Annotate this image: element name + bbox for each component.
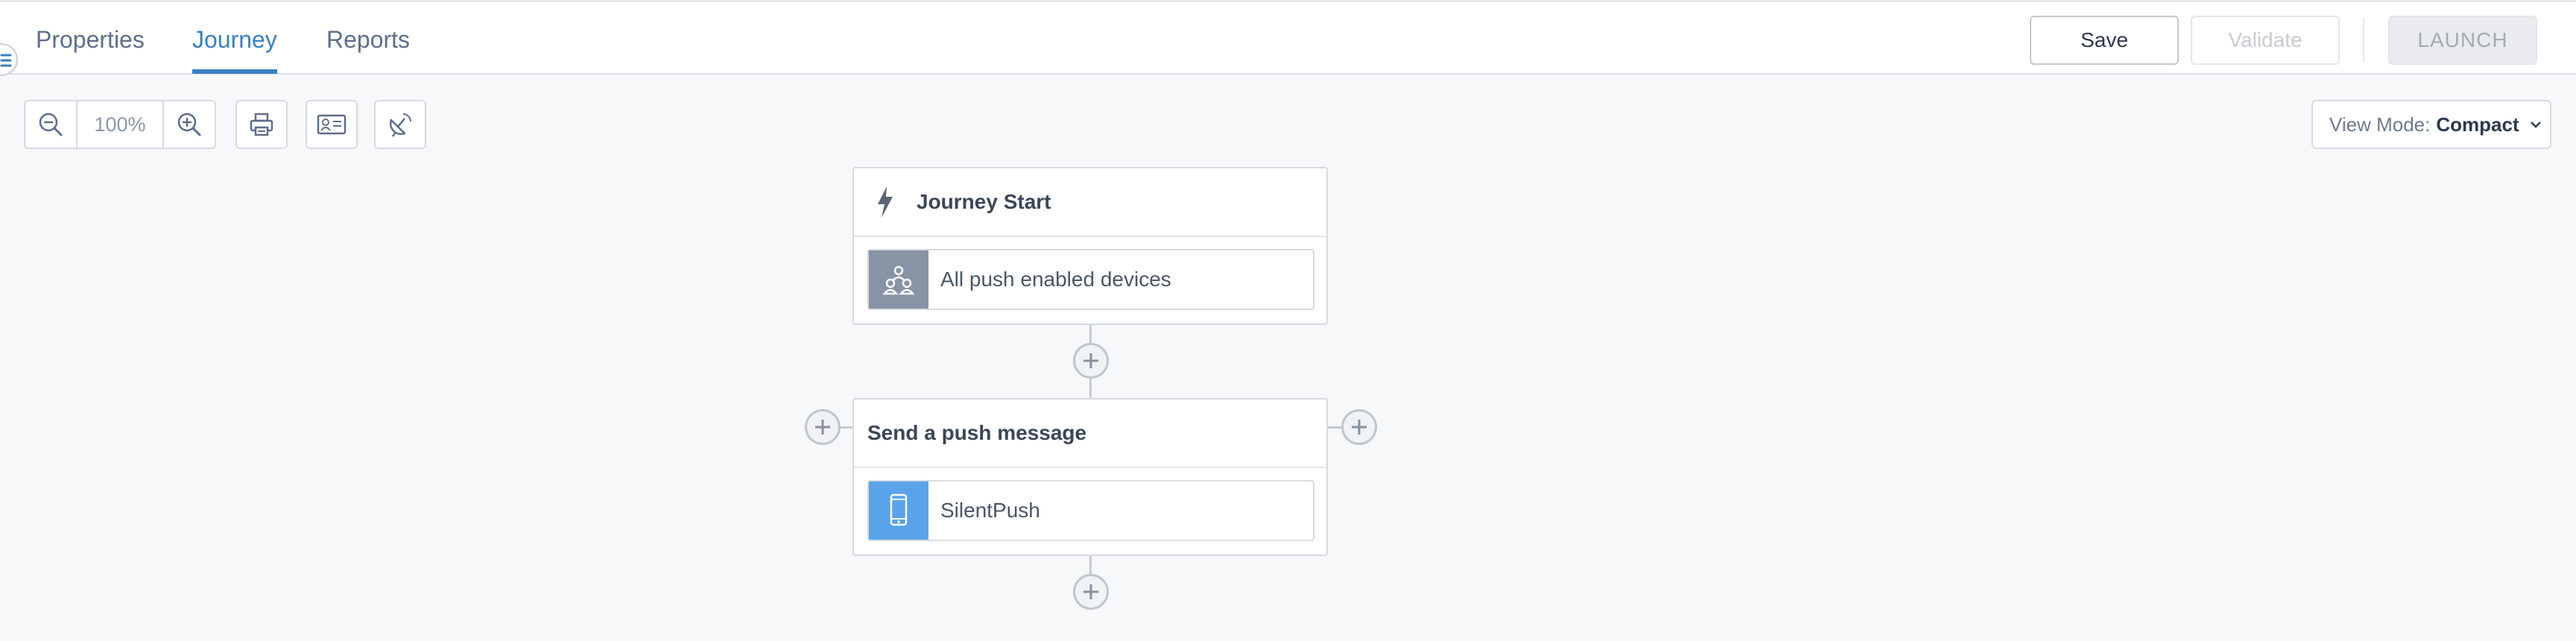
- push-message-header: Send a push message: [854, 400, 1326, 468]
- push-item-label: SilentPush: [940, 499, 1040, 522]
- zoom-in-icon: [177, 113, 201, 136]
- audience-icon: [882, 265, 915, 295]
- lightning-icon: [878, 186, 893, 218]
- push-icon-box: [869, 481, 928, 540]
- push-message-title: Send a push message: [867, 421, 1087, 444]
- add-branch-right-button[interactable]: [1341, 409, 1377, 445]
- tab-journey[interactable]: Journey: [192, 25, 277, 74]
- save-button[interactable]: Save: [2030, 16, 2179, 65]
- validate-button[interactable]: Validate: [2191, 16, 2340, 65]
- zoom-out-icon: [39, 113, 63, 136]
- satellite-button[interactable]: [374, 100, 426, 149]
- journey-start-card[interactable]: Journey Start All push enabled devices: [852, 167, 1328, 325]
- journey-start-title: Journey Start: [917, 190, 1051, 213]
- add-step-button[interactable]: [1073, 343, 1109, 379]
- plus-icon: [1083, 584, 1098, 599]
- audience-label: All push enabled devices: [940, 268, 1171, 291]
- audience-item[interactable]: All push enabled devices: [867, 249, 1314, 310]
- zoom-level: 100%: [76, 101, 164, 148]
- top-bar: Properties Journey Reports Save Validate…: [0, 0, 2576, 75]
- push-item[interactable]: SilentPush: [867, 480, 1314, 541]
- plus-icon: [815, 420, 830, 435]
- zoom-in-button[interactable]: [164, 101, 215, 148]
- push-message-card[interactable]: Send a push message SilentPush: [852, 398, 1328, 556]
- view-mode-label: View Mode:: [2329, 113, 2431, 136]
- connector-line: [839, 426, 854, 429]
- zoom-controls: 100%: [24, 100, 216, 149]
- mobile-phone-icon: [890, 493, 908, 526]
- chevron-down-icon: [2530, 121, 2541, 128]
- audience-icon-box: [869, 250, 928, 309]
- satellite-dish-icon: [389, 113, 411, 137]
- menu-icon: [0, 54, 12, 67]
- contact-card-button[interactable]: [306, 100, 358, 149]
- print-button[interactable]: [235, 100, 288, 149]
- add-step-bottom-button[interactable]: [1073, 574, 1109, 610]
- contact-card-icon: [317, 114, 346, 135]
- zoom-out-button[interactable]: [25, 101, 76, 148]
- connector-line: [1326, 426, 1341, 429]
- print-icon: [250, 113, 273, 136]
- view-mode-select[interactable]: View Mode: Compact: [2311, 100, 2551, 149]
- journey-start-header: Journey Start: [854, 168, 1326, 237]
- view-mode-value: Compact: [2436, 113, 2519, 136]
- toolbar-divider: [2363, 19, 2364, 62]
- tab-reports[interactable]: Reports: [326, 25, 410, 74]
- plus-icon: [1083, 353, 1098, 368]
- tab-properties[interactable]: Properties: [36, 25, 145, 74]
- add-branch-left-button[interactable]: [805, 409, 841, 445]
- connector-line: [1089, 555, 1092, 574]
- launch-button[interactable]: LAUNCH: [2388, 16, 2537, 65]
- menu-toggle-button[interactable]: [0, 43, 18, 76]
- plus-icon: [1352, 420, 1367, 435]
